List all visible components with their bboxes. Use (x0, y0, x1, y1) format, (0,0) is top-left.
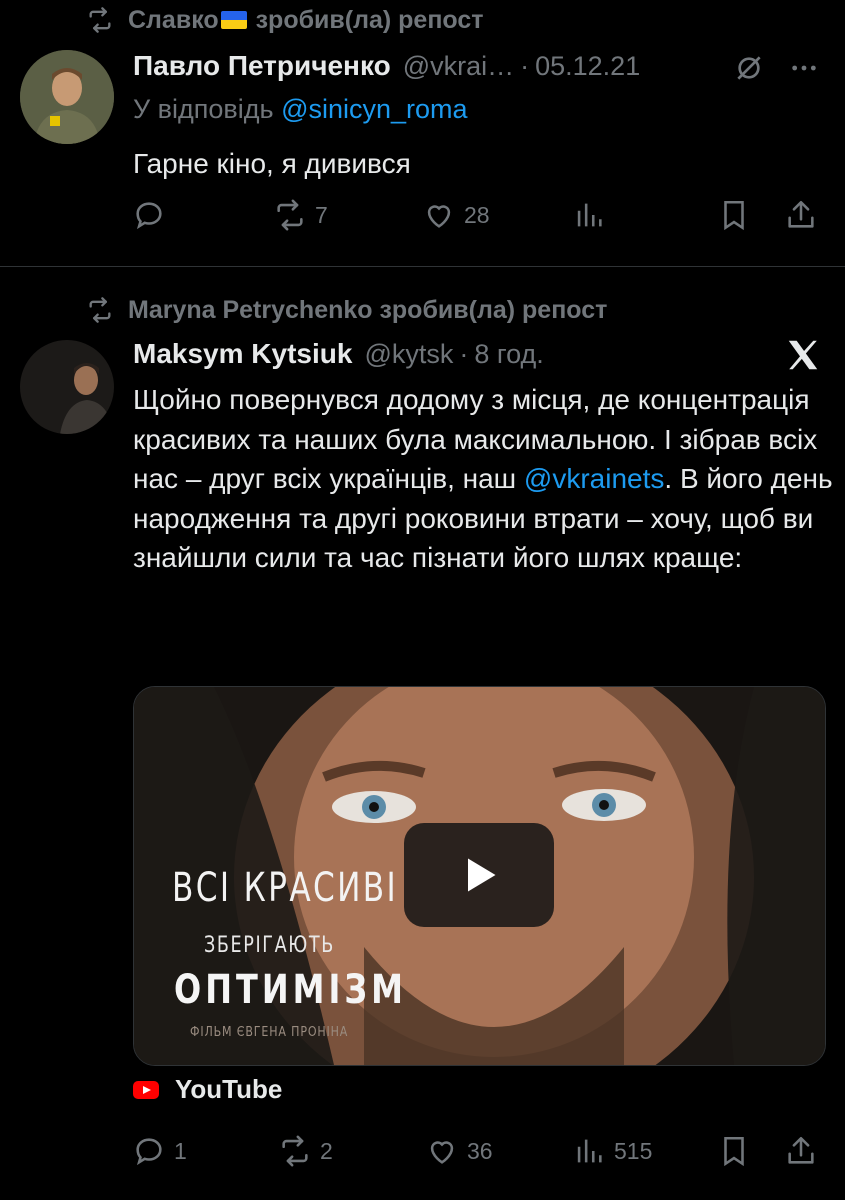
repost-count: 7 (315, 201, 328, 228)
bookmark-icon (724, 1136, 744, 1167)
repost-button[interactable]: 7 (273, 198, 328, 232)
reply-icon (136, 202, 162, 230)
film-credit: ФІЛЬМ ЄВГЕНА ПРОНІНА (190, 1025, 349, 1040)
reply-to-prefix: У відповідь (133, 94, 274, 124)
views-icon (577, 203, 602, 227)
film-title-line1: ВСІ КРАСИВІ (172, 865, 399, 911)
post-header: Павло Петриченко @vkrai… · 05.12.21 (133, 50, 640, 82)
post-time[interactable]: 05.12.21 (535, 51, 640, 82)
action-bar: 7 28 (132, 198, 822, 242)
share-button[interactable] (784, 198, 818, 232)
share-icon (788, 1136, 814, 1164)
like-icon (430, 1141, 454, 1164)
play-button[interactable] (404, 823, 554, 927)
repost-text[interactable]: Maryna Petrychenko зробив(ла) репост (128, 296, 607, 325)
reply-button[interactable]: 1 (132, 1134, 187, 1168)
reply-to-handle[interactable]: @sinicyn_roma (281, 94, 467, 124)
reply-to: У відповідь @sinicyn_roma (133, 90, 468, 130)
link-source[interactable]: YouTube (133, 1074, 282, 1105)
separator-dot: · (520, 51, 530, 81)
bookmark-button[interactable] (717, 1134, 751, 1168)
author-handle[interactable]: @vkrai… (403, 51, 514, 82)
ukraine-flag-icon (220, 11, 247, 29)
bookmark-icon (724, 200, 744, 231)
like-icon (427, 205, 451, 228)
repost-icon (277, 199, 303, 231)
reply-icon (136, 1138, 162, 1166)
action-bar: 1 2 36 515 (132, 1134, 822, 1178)
x-logo-icon (784, 336, 822, 379)
author-name[interactable]: Maksym Kytsiuk (133, 338, 352, 370)
repost-icon (282, 1135, 308, 1167)
reply-count: 1 (174, 1137, 187, 1164)
like-button[interactable]: 28 (422, 198, 490, 232)
more-icon[interactable] (788, 52, 820, 89)
like-button[interactable]: 36 (425, 1134, 493, 1168)
repost-indicator: Maryna Petrychenko зробив(ла) репост (86, 290, 607, 330)
video-card[interactable]: ВСІ КРАСИВІ ЗБЕРІГАЮТЬ ОПТИМІЗМ ФІЛЬМ ЄВ… (133, 686, 826, 1066)
film-title-line2: ЗБЕРІГАЮТЬ (204, 933, 335, 958)
bookmark-button[interactable] (717, 198, 751, 232)
like-count: 36 (467, 1137, 493, 1164)
mention-link[interactable]: @vkrainets (524, 463, 664, 494)
source-name: YouTube (175, 1074, 283, 1104)
post-divider (0, 266, 845, 267)
views-button[interactable]: 515 (572, 1134, 652, 1168)
like-count: 28 (464, 201, 490, 228)
avatar-image (20, 50, 114, 144)
play-icon (468, 858, 496, 892)
avatar[interactable] (20, 340, 114, 434)
youtube-icon (133, 1080, 159, 1099)
post-time[interactable]: 8 год. (474, 339, 543, 370)
repost-indicator: Славко зробив(ла) репост (86, 0, 484, 40)
repost-button[interactable]: 2 (278, 1134, 333, 1168)
views-icon (577, 1139, 602, 1163)
post-header: Maksym Kytsiuk @kytsk · 8 год. (133, 338, 544, 370)
repost-by-name[interactable]: Славко (128, 6, 219, 35)
author-handle[interactable]: @kytsk (364, 339, 453, 370)
post-text: Гарне кіно, я дивився (133, 148, 411, 179)
film-title-line3: ОПТИМІЗМ (174, 967, 407, 1013)
repost-count: 2 (320, 1137, 333, 1164)
views-count: 515 (614, 1137, 653, 1164)
author-name[interactable]: Павло Петриченко (133, 50, 391, 82)
avatar-image (20, 340, 114, 434)
avatar[interactable] (20, 50, 114, 144)
share-button[interactable] (784, 1134, 818, 1168)
share-icon (788, 200, 814, 228)
views-button[interactable] (572, 198, 606, 232)
repost-suffix: зробив(ла) репост (255, 5, 484, 34)
post-text: Щойно повернувся додому з місця, де конц… (133, 380, 833, 578)
repost-icon (89, 297, 111, 323)
reply-button[interactable] (132, 198, 166, 232)
repost-icon (89, 7, 111, 33)
separator-dot: · (459, 339, 469, 369)
grok-icon[interactable] (733, 52, 765, 89)
